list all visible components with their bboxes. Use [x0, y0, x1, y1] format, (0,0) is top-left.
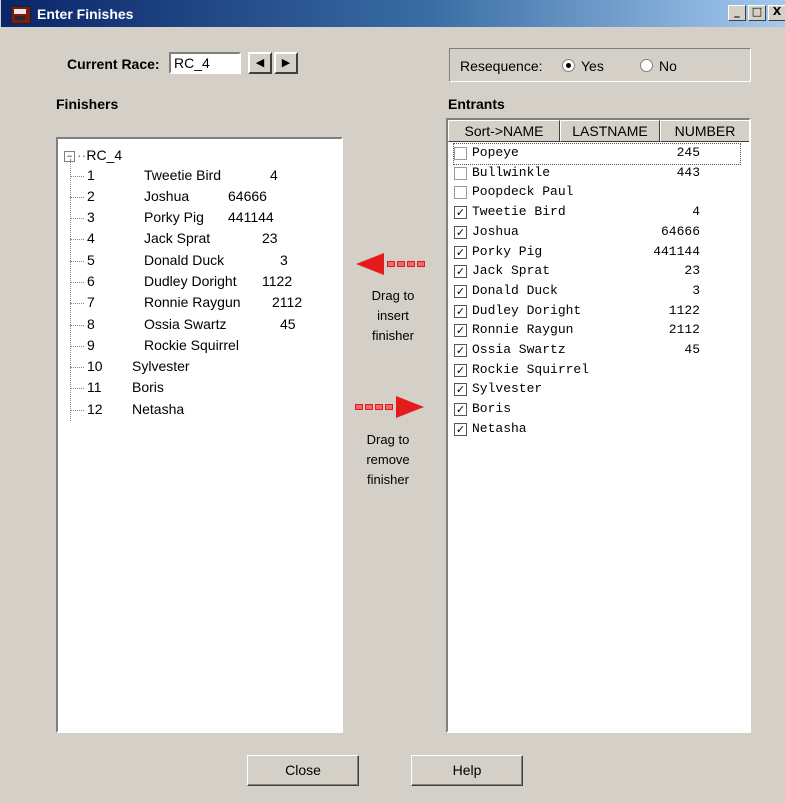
- finishers-tree[interactable]: − ··RC_4 1 Tweetie Bird 4 2 Joshua 64666 3 Por…: [56, 137, 343, 733]
- entrant-name: Porky Pig: [472, 243, 543, 259]
- tree-root-label: RC_4: [86, 147, 123, 163]
- entrant-name: Dudley Doright: [472, 302, 582, 318]
- insert-hint: Drag to insert finisher: [359, 286, 427, 346]
- finishers-label: Finishers: [56, 96, 119, 112]
- entrant-checkbox[interactable]: ✓: [454, 265, 467, 279]
- current-race-label: Current Race:: [67, 56, 160, 72]
- entrant-name: Ossia Swartz: [472, 342, 566, 357]
- resequence-yes-radio[interactable]: [562, 59, 575, 72]
- arrow-left-icon: ◀: [255, 56, 265, 69]
- hint-line: remove: [366, 452, 410, 467]
- entrant-number: 45: [684, 342, 700, 357]
- entrant-checkbox[interactable]: [454, 186, 467, 200]
- entrant-checkbox[interactable]: ✓: [454, 422, 467, 436]
- entrant-checkbox[interactable]: [454, 166, 467, 180]
- tree-root[interactable]: − ··RC_4: [64, 147, 122, 163]
- entrant-name: Boris: [472, 401, 512, 417]
- enter-finishes-window: Enter Finishes _ □ X Current Race: RC_4 …: [0, 0, 785, 803]
- entrant-checkbox[interactable]: ✓: [454, 225, 467, 239]
- hint-line: Drag to: [371, 288, 415, 303]
- hint-line: finisher: [367, 472, 409, 487]
- entrant-number: 441144: [653, 243, 700, 259]
- entrant-name: Ronnie Raygun: [472, 322, 574, 338]
- app-icon[interactable]: [11, 6, 31, 24]
- resequence-label: Resequence:: [460, 58, 543, 74]
- entrant-row[interactable]: Popeye 245: [453, 143, 741, 165]
- entrant-checkbox[interactable]: ✓: [454, 363, 467, 377]
- minimize-button[interactable]: _: [728, 5, 746, 21]
- entrant-number: 23: [684, 263, 700, 279]
- maximize-button[interactable]: □: [748, 5, 766, 21]
- entrant-number: 64666: [660, 223, 700, 239]
- entrant-checkbox[interactable]: [454, 147, 467, 160]
- resequence-group: Resequence: Yes No: [449, 48, 751, 82]
- column-header-lastname[interactable]: LASTNAME: [560, 120, 660, 142]
- entrant-number: 4: [692, 204, 700, 220]
- close-window-button[interactable]: X: [768, 5, 785, 21]
- entrant-name: Joshua: [472, 223, 519, 239]
- resequence-no-radio[interactable]: [640, 59, 653, 72]
- remove-arrow-icon[interactable]: [353, 395, 428, 419]
- entrant-checkbox[interactable]: ✓: [454, 383, 467, 397]
- title-bar[interactable]: Enter Finishes _ □ X: [1, 0, 785, 27]
- entrant-name: Donald Duck: [472, 282, 558, 298]
- entrant-name: Rockie Squirrel: [472, 361, 590, 377]
- current-race-input[interactable]: RC_4: [169, 52, 241, 74]
- hint-line: insert: [377, 308, 409, 323]
- insert-arrow-icon[interactable]: [356, 252, 431, 276]
- entrant-name: Netasha: [472, 420, 527, 436]
- entrant-name: Jack Sprat: [472, 263, 551, 279]
- entrant-checkbox[interactable]: ✓: [454, 245, 467, 259]
- entrant-checkbox[interactable]: ✓: [454, 304, 467, 318]
- tree-connector: [70, 159, 71, 421]
- arrow-right-icon: ▶: [281, 56, 291, 69]
- close-button[interactable]: Close: [247, 755, 359, 786]
- entrant-name: Popeye: [472, 145, 519, 160]
- entrant-checkbox[interactable]: ✓: [454, 324, 467, 338]
- entrant-number: 3: [692, 282, 700, 298]
- entrant-name: Tweetie Bird: [472, 204, 566, 220]
- entrant-checkbox[interactable]: ✓: [454, 206, 467, 220]
- entrant-checkbox[interactable]: ✓: [454, 403, 467, 417]
- next-race-button[interactable]: ▶: [274, 52, 298, 74]
- column-header-number[interactable]: NUMBER: [660, 120, 749, 142]
- help-button[interactable]: Help: [411, 755, 523, 786]
- resequence-no-label[interactable]: No: [659, 58, 677, 74]
- hint-line: Drag to: [366, 432, 410, 447]
- remove-hint: Drag to remove finisher: [353, 430, 423, 490]
- column-header-name[interactable]: Sort->NAME: [448, 120, 560, 142]
- entrant-checkbox[interactable]: ✓: [454, 284, 467, 298]
- entrants-label: Entrants: [448, 96, 505, 112]
- entrant-number: 245: [676, 145, 700, 160]
- entrant-name: Bullwinkle: [472, 164, 551, 180]
- entrant-name: Poopdeck Paul: [472, 184, 574, 200]
- entrant-number: 2112: [668, 322, 700, 338]
- entrants-list[interactable]: Sort->NAME LASTNAME NUMBER Popeye 245 Bull…: [446, 118, 751, 733]
- entrant-name: Sylvester: [472, 381, 543, 397]
- resequence-yes-label[interactable]: Yes: [581, 58, 604, 74]
- entrant-number: 443: [676, 164, 700, 180]
- window-controls: _ □ X: [728, 5, 785, 21]
- entrant-checkbox[interactable]: ✓: [454, 344, 467, 357]
- previous-race-button[interactable]: ◀: [248, 52, 272, 74]
- hint-line: finisher: [372, 328, 414, 343]
- entrant-number: 1122: [668, 302, 700, 318]
- window-title: Enter Finishes: [37, 6, 134, 22]
